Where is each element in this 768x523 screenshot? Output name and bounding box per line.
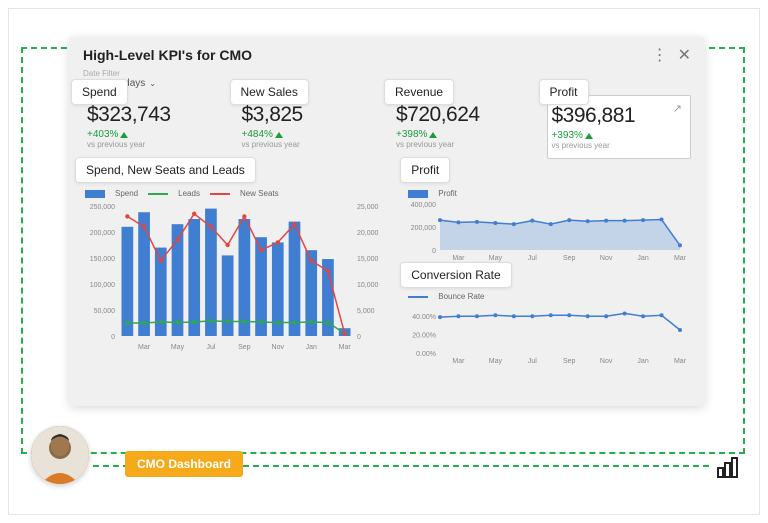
svg-text:Mar: Mar (453, 358, 466, 365)
kpi-compare-newsales: vs previous year (242, 140, 379, 149)
svg-text:400,000: 400,000 (411, 202, 436, 209)
svg-text:Mar: Mar (138, 344, 151, 351)
legend-swatch-bounce (408, 296, 428, 298)
svg-text:200,000: 200,000 (411, 225, 436, 232)
svg-text:Mar: Mar (339, 344, 352, 351)
svg-text:0: 0 (432, 248, 436, 255)
svg-text:Nov: Nov (600, 255, 613, 262)
section-label-chart1: Spend, New Seats and Leads (75, 157, 256, 183)
svg-text:20,000: 20,000 (357, 230, 379, 237)
dashboard-badge: CMO Dashboard (125, 451, 243, 477)
legend-swatch-spend (85, 190, 105, 198)
bar-chart-icon (715, 456, 739, 480)
svg-text:May: May (489, 358, 503, 365)
svg-text:Sep: Sep (563, 255, 576, 262)
more-icon[interactable]: ⋮ (652, 45, 668, 65)
svg-text:100,000: 100,000 (90, 282, 115, 289)
kpi-compare-revenue: vs previous year (396, 140, 533, 149)
svg-text:Nov: Nov (600, 358, 613, 365)
svg-text:Jul: Jul (528, 358, 537, 365)
chart-spend-seats-leads[interactable]: 0 50,000 100,000 150,000 200,000 250,000 0 5,00… (83, 202, 396, 352)
legend-newseats: New Seats (240, 189, 279, 198)
svg-text:0: 0 (111, 334, 115, 341)
svg-text:Sep: Sep (238, 344, 251, 351)
up-arrow-icon (120, 132, 128, 138)
date-filter-label: Date Filter (83, 69, 691, 78)
close-icon[interactable]: ✕ (678, 45, 691, 65)
svg-text:10,000: 10,000 (357, 282, 379, 289)
kpi-label-newsales: New Sales (230, 79, 309, 105)
svg-text:25,000: 25,000 (357, 204, 379, 211)
chevron-down-icon: ⌄ (149, 79, 156, 88)
svg-text:150,000: 150,000 (90, 256, 115, 263)
svg-text:Jul: Jul (528, 255, 537, 262)
kpi-delta-spend: +403% (87, 129, 118, 140)
svg-text:May: May (489, 255, 503, 262)
svg-text:Mar: Mar (674, 358, 686, 365)
svg-text:0.00%: 0.00% (416, 351, 436, 358)
kpi-delta-revenue: +398% (396, 129, 427, 140)
chart-profit[interactable]: 0 200,000 400,000 Mar May Jul Sep Nov Jan Mar (406, 202, 691, 262)
svg-text:Nov: Nov (272, 344, 285, 351)
legend-profit: Profit (438, 189, 457, 198)
svg-text:15,000: 15,000 (357, 256, 379, 263)
legend-leads: Leads (178, 189, 200, 198)
kpi-value-newsales: $3,825 (242, 103, 379, 127)
legend-swatch-leads (148, 193, 168, 195)
svg-text:250,000: 250,000 (90, 204, 115, 211)
kpi-compare-spend: vs previous year (87, 140, 224, 149)
section-label-chart2: Profit (400, 157, 450, 183)
avatar[interactable] (31, 426, 89, 484)
expand-icon[interactable]: ↗ (673, 102, 682, 115)
kpi-label-profit: Profit (539, 79, 589, 105)
kpi-row: Spend $323,743 +403% vs previous year Ne… (83, 95, 691, 159)
kpi-label-spend: Spend (71, 79, 128, 105)
section-label-chart3: Conversion Rate (400, 262, 511, 288)
svg-text:50,000: 50,000 (94, 308, 116, 315)
legend-bounce: Bounce Rate (438, 292, 484, 301)
window-header: High-Level KPI's for CMO ⋮ ✕ (69, 37, 705, 69)
svg-text:Jan: Jan (306, 344, 317, 351)
svg-text:Jul: Jul (206, 344, 215, 351)
chart-conversion[interactable]: 0.00% 20.00% 40.00% Mar May Jul Sep Nov Jan Mar (406, 305, 691, 365)
legend-swatch-newseats (210, 193, 230, 195)
dashboard-window: High-Level KPI's for CMO ⋮ ✕ Date Filter… (69, 37, 705, 406)
svg-text:Sep: Sep (563, 358, 576, 365)
kpi-value-spend: $323,743 (87, 103, 224, 127)
svg-text:200,000: 200,000 (90, 230, 115, 237)
svg-text:Jan: Jan (638, 358, 649, 365)
svg-text:Jan: Jan (638, 255, 649, 262)
up-arrow-icon (275, 132, 283, 138)
legend-swatch-profit (408, 190, 428, 198)
kpi-label-revenue: Revenue (384, 79, 454, 105)
svg-text:0: 0 (357, 334, 361, 341)
page-frame: High-Level KPI's for CMO ⋮ ✕ Date Filter… (8, 8, 760, 515)
kpi-delta-newsales: +484% (242, 129, 273, 140)
kpi-delta-profit: +393% (552, 130, 583, 141)
window-title: High-Level KPI's for CMO (83, 47, 252, 63)
svg-text:5,000: 5,000 (357, 308, 375, 315)
svg-text:Mar: Mar (674, 255, 686, 262)
kpi-value-revenue: $720,624 (396, 103, 533, 127)
svg-text:40.00%: 40.00% (412, 314, 436, 321)
kpi-value-profit: $396,881 (552, 104, 687, 128)
up-arrow-icon (429, 132, 437, 138)
kpi-compare-profit: vs previous year (552, 141, 687, 150)
up-arrow-icon (585, 133, 593, 139)
legend-spend: Spend (115, 189, 138, 198)
svg-text:May: May (171, 344, 185, 351)
svg-text:Mar: Mar (453, 255, 466, 262)
svg-text:20.00%: 20.00% (412, 333, 436, 340)
